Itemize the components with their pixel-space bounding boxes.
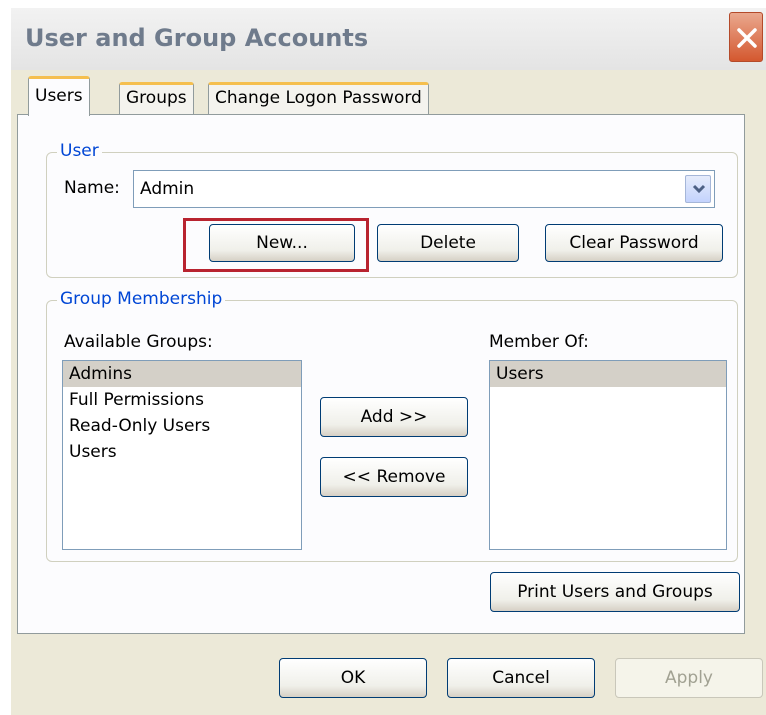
list-item[interactable]: Read-Only Users — [63, 413, 301, 439]
name-dropdown[interactable]: Admin — [133, 170, 715, 208]
remove-group-button[interactable]: << Remove — [320, 457, 468, 497]
title-bar[interactable]: User and Group Accounts — [11, 8, 766, 70]
chevron-down-icon — [692, 184, 706, 194]
apply-button[interactable]: Apply — [615, 658, 763, 698]
list-item[interactable]: Users — [490, 361, 726, 387]
delete-user-button[interactable]: Delete — [377, 224, 519, 262]
available-groups-list[interactable]: Admins Full Permissions Read-Only Users … — [62, 360, 302, 550]
tab-groups[interactable]: Groups — [119, 82, 194, 114]
list-item[interactable]: Users — [63, 439, 301, 465]
print-users-and-groups-button[interactable]: Print Users and Groups — [490, 572, 740, 612]
member-of-list[interactable]: Users — [489, 360, 727, 550]
close-icon — [737, 28, 757, 48]
clear-password-button[interactable]: Clear Password — [545, 224, 723, 262]
tab-change-logon-password[interactable]: Change Logon Password — [208, 82, 429, 114]
list-item[interactable]: Admins — [63, 361, 301, 387]
list-item[interactable]: Full Permissions — [63, 387, 301, 413]
new-user-button[interactable]: New... — [209, 224, 355, 262]
add-group-button[interactable]: Add >> — [320, 397, 468, 437]
tab-users[interactable]: Users — [28, 76, 90, 116]
dropdown-arrow-button[interactable] — [685, 175, 711, 203]
ok-button[interactable]: OK — [279, 658, 427, 698]
available-groups-label: Available Groups: — [64, 332, 213, 352]
member-of-label: Member Of: — [489, 332, 589, 352]
user-legend: User — [57, 141, 102, 161]
name-label: Name: — [64, 178, 120, 198]
close-button[interactable] — [729, 12, 763, 62]
dialog-title: User and Group Accounts — [25, 24, 369, 52]
name-dropdown-value: Admin — [140, 179, 195, 199]
group-membership-legend: Group Membership — [57, 289, 226, 309]
cancel-button[interactable]: Cancel — [447, 658, 595, 698]
